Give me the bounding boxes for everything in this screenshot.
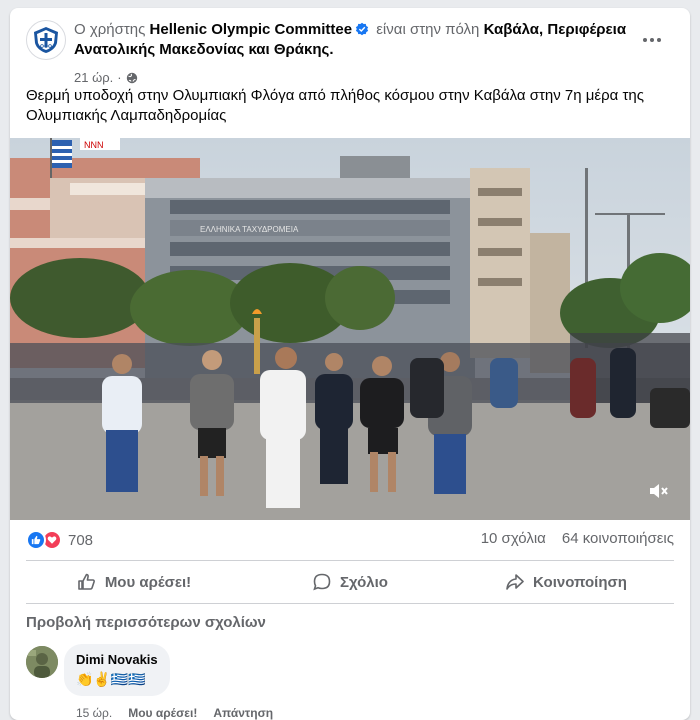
video-frame: NNN ΕΛΛΗΝΙΚΑ ΤΑΧΥΔΡΟΜΕΙΑ <box>10 138 690 520</box>
hoc-logo-icon <box>34 27 58 53</box>
shares-count[interactable]: 64 κοινοποιήσεις <box>562 530 674 547</box>
post-video[interactable]: NNN ΕΛΛΗΝΙΚΑ ΤΑΧΥΔΡΟΜΕΙΑ <box>10 138 690 520</box>
share-icon <box>506 574 524 590</box>
thumbs-up-icon <box>78 573 95 590</box>
like-button-label: Μου αρέσει! <box>104 573 192 591</box>
comment-icon <box>313 573 331 591</box>
mute-icon <box>650 484 668 498</box>
share-button-label: Κοινοποίηση <box>533 573 627 591</box>
divider <box>26 603 674 604</box>
author-name[interactable]: Hellenic Olympic Committee <box>150 21 353 38</box>
header-prefix: Ο χρήστης <box>74 21 146 38</box>
reactions-count: 708 <box>68 531 94 549</box>
comment-author[interactable]: Dimi Novakis <box>76 652 158 668</box>
comments-count[interactable]: 10 σχόλια <box>481 530 546 547</box>
comment-button-label: Σχόλιο <box>340 573 388 591</box>
post-meta: 21 ώρ. · <box>74 70 138 85</box>
comment-bubble: Dimi Novakis 👏✌️🇬🇷🇬🇷 <box>64 644 170 696</box>
post-card: Ο χρήστης Hellenic Olympic Committee είν… <box>10 8 690 720</box>
more-options-button[interactable] <box>638 26 666 54</box>
post-header: Ο χρήστης Hellenic Olympic Committee είν… <box>26 20 676 90</box>
page-avatar[interactable] <box>26 20 66 60</box>
divider <box>26 560 674 561</box>
post-stats: 708 10 σχόλια 64 κοινοποιήσεις <box>26 528 674 554</box>
like-button[interactable]: Μου αρέσει! <box>26 565 242 599</box>
stats-right: 10 σχόλια 64 κοινοποιήσεις <box>481 530 674 547</box>
verified-badge-icon <box>355 22 369 36</box>
post-header-text: Ο χρήστης Hellenic Olympic Committee είν… <box>74 20 634 60</box>
view-more-comments-link[interactable]: Προβολή περισσότερων σχολίων <box>26 614 266 631</box>
comment-item: Dimi Novakis 👏✌️🇬🇷🇬🇷 15 ώρ. Μου αρέσει! … <box>26 644 666 720</box>
globe-icon <box>126 72 137 83</box>
post-caption: Θερμή υποδοχή στην Ολυμπιακή Φλόγα από π… <box>26 87 644 124</box>
header-middle: είναι στην πόλη <box>376 21 480 38</box>
like-reaction-icon <box>26 530 46 550</box>
share-button[interactable]: Κοινοποίηση <box>458 565 674 599</box>
video-building-sign: ΕΛΛΗΝΙΚΑ ΤΑΧΥΔΡΟΜΕΙΑ <box>200 225 299 234</box>
reactions-summary[interactable]: 708 <box>26 530 93 550</box>
video-roof-sign: NNN <box>84 140 104 150</box>
post-actions: Μου αρέσει! Σχόλιο Κοινοποίηση <box>26 565 674 599</box>
mute-button[interactable] <box>644 476 674 506</box>
comment-button[interactable]: Σχόλιο <box>242 565 458 599</box>
comment-avatar[interactable] <box>26 646 58 678</box>
comment-text: 👏✌️🇬🇷🇬🇷 <box>76 671 146 687</box>
post-time[interactable]: 21 ώρ. <box>74 70 113 85</box>
more-options-icon <box>643 38 661 42</box>
meta-separator: · <box>117 70 122 85</box>
